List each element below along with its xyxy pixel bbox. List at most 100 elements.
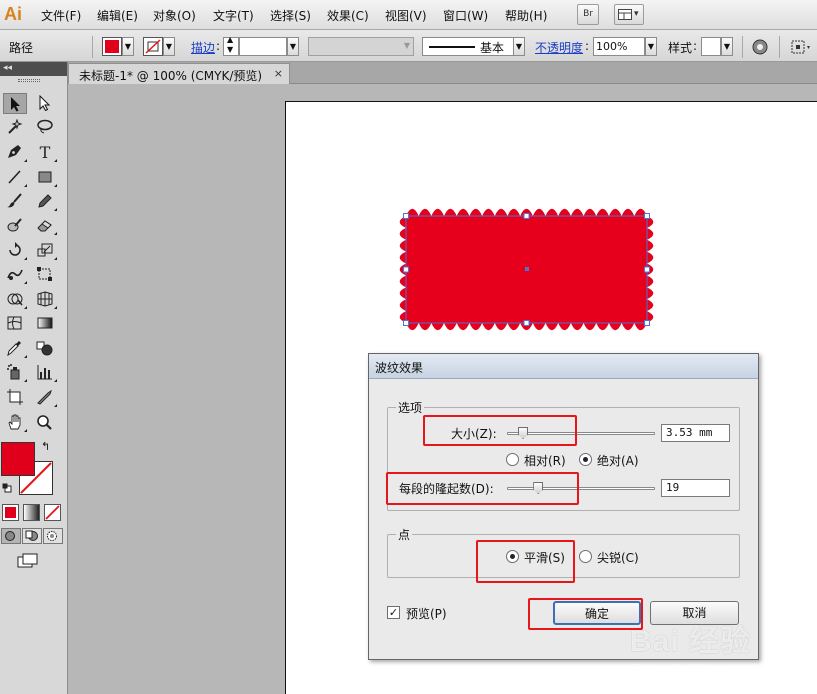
shape-builder-tool[interactable]: [3, 289, 27, 310]
rotate-tool[interactable]: [3, 240, 27, 261]
rectangle-icon: [38, 171, 52, 183]
column-graph-tool[interactable]: [33, 362, 57, 383]
scale-icon: [37, 243, 53, 257]
graphic-style-swatch[interactable]: [701, 37, 721, 56]
pencil-tool[interactable]: [33, 191, 57, 212]
ridges-slider-track[interactable]: [507, 487, 655, 490]
panel-grip[interactable]: [18, 79, 40, 82]
stroke-weight-dropdown[interactable]: ▼: [287, 37, 299, 56]
preview-checkbox[interactable]: ✓: [387, 606, 400, 619]
scale-tool[interactable]: [33, 240, 57, 261]
align-options-icon[interactable]: [791, 39, 813, 55]
fill-swatch[interactable]: [102, 37, 122, 56]
opacity-dropdown-arrow[interactable]: ▼: [645, 37, 657, 56]
direct-selection-tool[interactable]: [33, 93, 57, 114]
pen-tool[interactable]: [3, 142, 27, 163]
selection-handle[interactable]: [523, 320, 530, 326]
brush-definition-select[interactable]: 基本: [422, 37, 514, 56]
close-tab-icon[interactable]: ×: [274, 67, 283, 80]
gradient-mode-button[interactable]: [23, 504, 40, 521]
menu-effect[interactable]: 效果(C): [327, 7, 369, 24]
selection-handle[interactable]: [403, 266, 409, 273]
smooth-label[interactable]: 平滑(S): [524, 549, 565, 566]
workspace-switcher-button[interactable]: ▾: [614, 4, 644, 25]
type-tool[interactable]: T: [33, 142, 57, 163]
gradient-tool[interactable]: [33, 313, 57, 334]
absolute-label[interactable]: 绝对(A): [597, 452, 639, 469]
selection-handle[interactable]: [644, 213, 650, 219]
mesh-tool[interactable]: [3, 313, 27, 334]
eyedropper-tool[interactable]: [3, 338, 27, 359]
relative-label[interactable]: 相对(R): [524, 452, 566, 469]
relative-radio[interactable]: [506, 453, 519, 466]
symbol-sprayer-tool[interactable]: [3, 362, 27, 383]
artboard-tool[interactable]: [3, 387, 27, 408]
warp-tool[interactable]: [3, 264, 27, 285]
zoom-tool[interactable]: [33, 412, 57, 433]
default-fill-stroke-icon[interactable]: [2, 483, 12, 493]
size-slider-track[interactable]: [507, 432, 655, 435]
slice-tool[interactable]: [33, 387, 57, 408]
opacity-panel-link[interactable]: 不透明度: [535, 39, 583, 56]
menu-file[interactable]: 文件(F): [41, 7, 81, 24]
draw-behind-button[interactable]: [22, 528, 42, 544]
magic-wand-tool[interactable]: [3, 117, 27, 138]
line-segment-tool[interactable]: [3, 167, 27, 188]
recolor-artwork-icon[interactable]: [752, 39, 768, 55]
swap-fill-stroke-icon[interactable]: ↰: [41, 440, 50, 453]
free-transform-tool[interactable]: [33, 264, 57, 285]
corner-radio[interactable]: [579, 550, 592, 563]
graphic-style-dropdown[interactable]: ▼: [721, 37, 733, 56]
stroke-weight-stepper[interactable]: ▲ ▼: [223, 35, 239, 56]
fill-dropdown-arrow[interactable]: ▼: [122, 37, 134, 56]
stroke-swatch[interactable]: [143, 37, 163, 56]
draw-normal-button[interactable]: [1, 528, 21, 544]
ok-button[interactable]: 确定: [553, 601, 641, 625]
collapse-panel-icon[interactable]: ◂◂: [3, 63, 12, 73]
size-value-field[interactable]: 3.53 mm: [661, 424, 730, 442]
selection-tool[interactable]: [3, 93, 27, 114]
paintbrush-tool[interactable]: [3, 191, 27, 212]
preview-label[interactable]: 预览(P): [406, 605, 447, 622]
screen-mode-icon[interactable]: [17, 553, 39, 569]
menu-window[interactable]: 窗口(W): [443, 7, 488, 24]
hand-tool[interactable]: [3, 412, 27, 433]
stroke-panel-link[interactable]: 描边: [191, 39, 215, 56]
none-mode-button[interactable]: [44, 504, 61, 521]
stroke-weight-input[interactable]: [239, 37, 287, 56]
document-tab[interactable]: 未标题-1* @ 100% (CMYK/预览) ×: [68, 63, 290, 84]
rectangle-tool[interactable]: [33, 167, 57, 188]
selection-handle[interactable]: [644, 320, 650, 326]
menu-help[interactable]: 帮助(H): [505, 7, 547, 24]
wave-rectangle-artwork[interactable]: [396, 205, 660, 331]
menu-select[interactable]: 选择(S): [270, 7, 311, 24]
selection-handle[interactable]: [403, 320, 409, 326]
selection-handle[interactable]: [403, 213, 409, 219]
draw-inside-button[interactable]: [43, 528, 63, 544]
brush-dropdown-arrow[interactable]: ▼: [513, 37, 525, 56]
menu-object[interactable]: 对象(O): [153, 7, 196, 24]
fill-color-box[interactable]: [1, 442, 35, 476]
perspective-grid-tool[interactable]: [33, 289, 57, 310]
ridges-value-field[interactable]: 19: [661, 479, 730, 497]
selection-handle[interactable]: [644, 266, 650, 273]
menu-view[interactable]: 视图(V): [385, 7, 427, 24]
variable-width-profile-select[interactable]: ▼: [308, 37, 414, 56]
menu-edit[interactable]: 编辑(E): [97, 7, 138, 24]
lasso-tool[interactable]: [33, 117, 57, 138]
color-mode-button[interactable]: [2, 504, 19, 521]
eraser-tool[interactable]: [33, 215, 57, 236]
blend-tool[interactable]: [33, 338, 57, 359]
stroke-dropdown-arrow[interactable]: ▼: [163, 37, 175, 56]
absolute-radio[interactable]: [579, 453, 592, 466]
corner-label[interactable]: 尖锐(C): [597, 549, 639, 566]
menu-type[interactable]: 文字(T): [213, 7, 254, 24]
selection-handle[interactable]: [523, 213, 530, 219]
bridge-button[interactable]: Br: [577, 4, 599, 25]
opacity-input[interactable]: 100%: [593, 37, 645, 56]
symbol-sprayer-icon: [7, 364, 20, 380]
smooth-radio[interactable]: [506, 550, 519, 563]
dialog-titlebar[interactable]: 波纹效果: [369, 354, 758, 379]
chevron-down-icon: ▼: [403, 41, 410, 50]
blob-brush-tool[interactable]: [3, 215, 27, 236]
